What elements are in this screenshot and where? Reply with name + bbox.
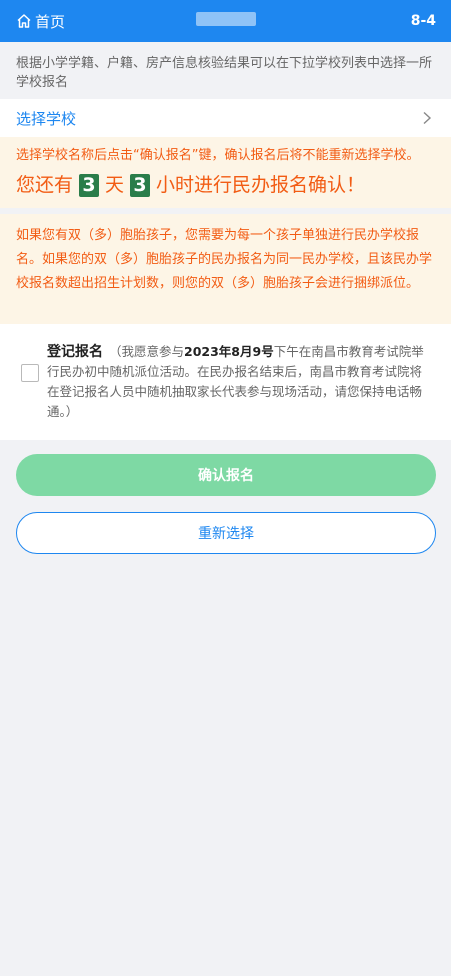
school-select-label: 选择学校 (16, 109, 77, 128)
chevron-right-icon (423, 111, 432, 125)
page: 首页 8-4 根据小学学籍、户籍、房产信息核验结果可以在下拉学校列表中选择一所学… (0, 0, 451, 976)
registration-checkbox[interactable] (21, 364, 39, 382)
countdown-days: 3 (79, 173, 100, 197)
countdown: 您还有 3 天 3 小时进行民办报名确认！ (16, 170, 435, 200)
registration-text-before: （我愿意参与 (109, 344, 185, 359)
countdown-days-unit: 天 (105, 174, 125, 196)
redacted-title (196, 12, 256, 26)
countdown-hours: 3 (130, 173, 151, 197)
countdown-hours-suffix: 小时进行民办报名确认！ (156, 174, 366, 196)
home-link[interactable]: 首页 (16, 11, 65, 32)
confirm-button[interactable]: 确认报名 (16, 454, 436, 496)
confirm-instruction: 选择学校名称后点击“确认报名”键，确认报名后将不能重新选择学校。 (16, 148, 420, 163)
registration-section: 登记报名 （我愿意参与2023年8月9号下午在南昌市教育考试院举行民办初中随机派位… (0, 324, 451, 440)
home-label: 首页 (35, 12, 66, 31)
reset-button[interactable]: 重新选择 (16, 512, 436, 554)
school-select[interactable]: 选择学校 (0, 99, 451, 137)
intro-text: 根据小学学籍、户籍、房产信息核验结果可以在下拉学校列表中选择一所学校报名 (0, 42, 451, 99)
confirm-notice: 选择学校名称后点击“确认报名”键，确认报名后将不能重新选择学校。 您还有 3 天… (0, 137, 451, 208)
countdown-prefix: 您还有 (16, 174, 74, 196)
top-bar: 首页 8-4 (0, 0, 451, 42)
twins-notice: 如果您有双（多）胞胎孩子，您需要为每一个孩子单独进行民办学校报名。如果您的双（多… (0, 214, 451, 324)
page-number: 8-4 (410, 13, 436, 29)
home-icon (17, 14, 31, 28)
registration-text: 登记报名 （我愿意参与2023年8月9号下午在南昌市教育考试院举行民办初中随机派位… (47, 342, 429, 422)
registration-title: 登记报名 (47, 344, 103, 360)
registration-date: 2023年8月9号 (184, 344, 274, 359)
